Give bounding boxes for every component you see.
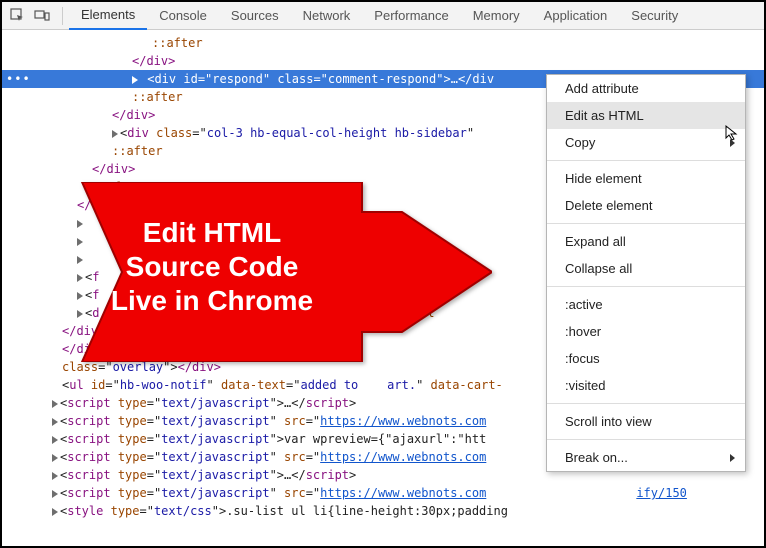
expand-arrow-icon[interactable] xyxy=(52,508,58,516)
tab-security[interactable]: Security xyxy=(619,2,690,29)
menu-state-focus[interactable]: :focus xyxy=(547,345,745,372)
menu-hide-element[interactable]: Hide element xyxy=(547,165,745,192)
menu-separator xyxy=(547,223,745,224)
menu-collapse-all[interactable]: Collapse all xyxy=(547,255,745,282)
tab-elements[interactable]: Elements xyxy=(69,1,147,30)
dom-pseudo: ::after xyxy=(2,34,764,52)
expand-arrow-icon[interactable] xyxy=(132,76,138,84)
expand-arrow-icon[interactable] xyxy=(52,436,58,444)
menu-delete-element[interactable]: Delete element xyxy=(547,192,745,219)
menu-copy[interactable]: Copy xyxy=(547,129,745,156)
annotation-arrow: Edit HTML Source Code Live in Chrome xyxy=(32,182,492,365)
menu-state-hover[interactable]: :hover xyxy=(547,318,745,345)
expand-arrow-icon[interactable] xyxy=(52,418,58,426)
expand-arrow-icon[interactable] xyxy=(52,490,58,498)
menu-separator xyxy=(547,439,745,440)
tab-sources[interactable]: Sources xyxy=(219,2,291,29)
menu-add-attribute[interactable]: Add attribute xyxy=(547,75,745,102)
tab-memory[interactable]: Memory xyxy=(461,2,532,29)
mouse-cursor-icon xyxy=(724,124,742,145)
menu-separator xyxy=(547,403,745,404)
menu-separator xyxy=(547,286,745,287)
devtools-toolbar: Elements Console Sources Network Perform… xyxy=(2,2,764,30)
menu-scroll-into-view[interactable]: Scroll into view xyxy=(547,408,745,435)
device-toggle-icon[interactable] xyxy=(32,6,52,26)
annotation-text: Edit HTML Source Code Live in Chrome xyxy=(72,216,352,318)
tab-application[interactable]: Application xyxy=(532,2,620,29)
menu-break-on[interactable]: Break on... xyxy=(547,444,745,471)
submenu-arrow-icon xyxy=(730,454,735,462)
dom-node[interactable]: <style type="text/css">.su-list ul li{li… xyxy=(2,502,764,520)
dom-node[interactable]: <script type="text/javascript" src="http… xyxy=(2,484,764,502)
expand-arrow-icon[interactable] xyxy=(52,454,58,462)
dom-close-tag: </div> xyxy=(2,52,764,70)
menu-edit-as-html[interactable]: Edit as HTML xyxy=(547,102,745,129)
inspect-element-icon[interactable] xyxy=(8,6,28,26)
context-menu: Add attribute Edit as HTML Copy Hide ele… xyxy=(546,74,746,472)
tab-performance[interactable]: Performance xyxy=(362,2,460,29)
menu-state-visited[interactable]: :visited xyxy=(547,372,745,399)
menu-separator xyxy=(547,160,745,161)
expand-arrow-icon[interactable] xyxy=(52,400,58,408)
tab-network[interactable]: Network xyxy=(291,2,363,29)
expand-arrow-icon[interactable] xyxy=(52,472,58,480)
expand-arrow-icon[interactable] xyxy=(112,130,118,138)
tab-console[interactable]: Console xyxy=(147,2,219,29)
menu-expand-all[interactable]: Expand all xyxy=(547,228,745,255)
menu-state-active[interactable]: :active xyxy=(547,291,745,318)
